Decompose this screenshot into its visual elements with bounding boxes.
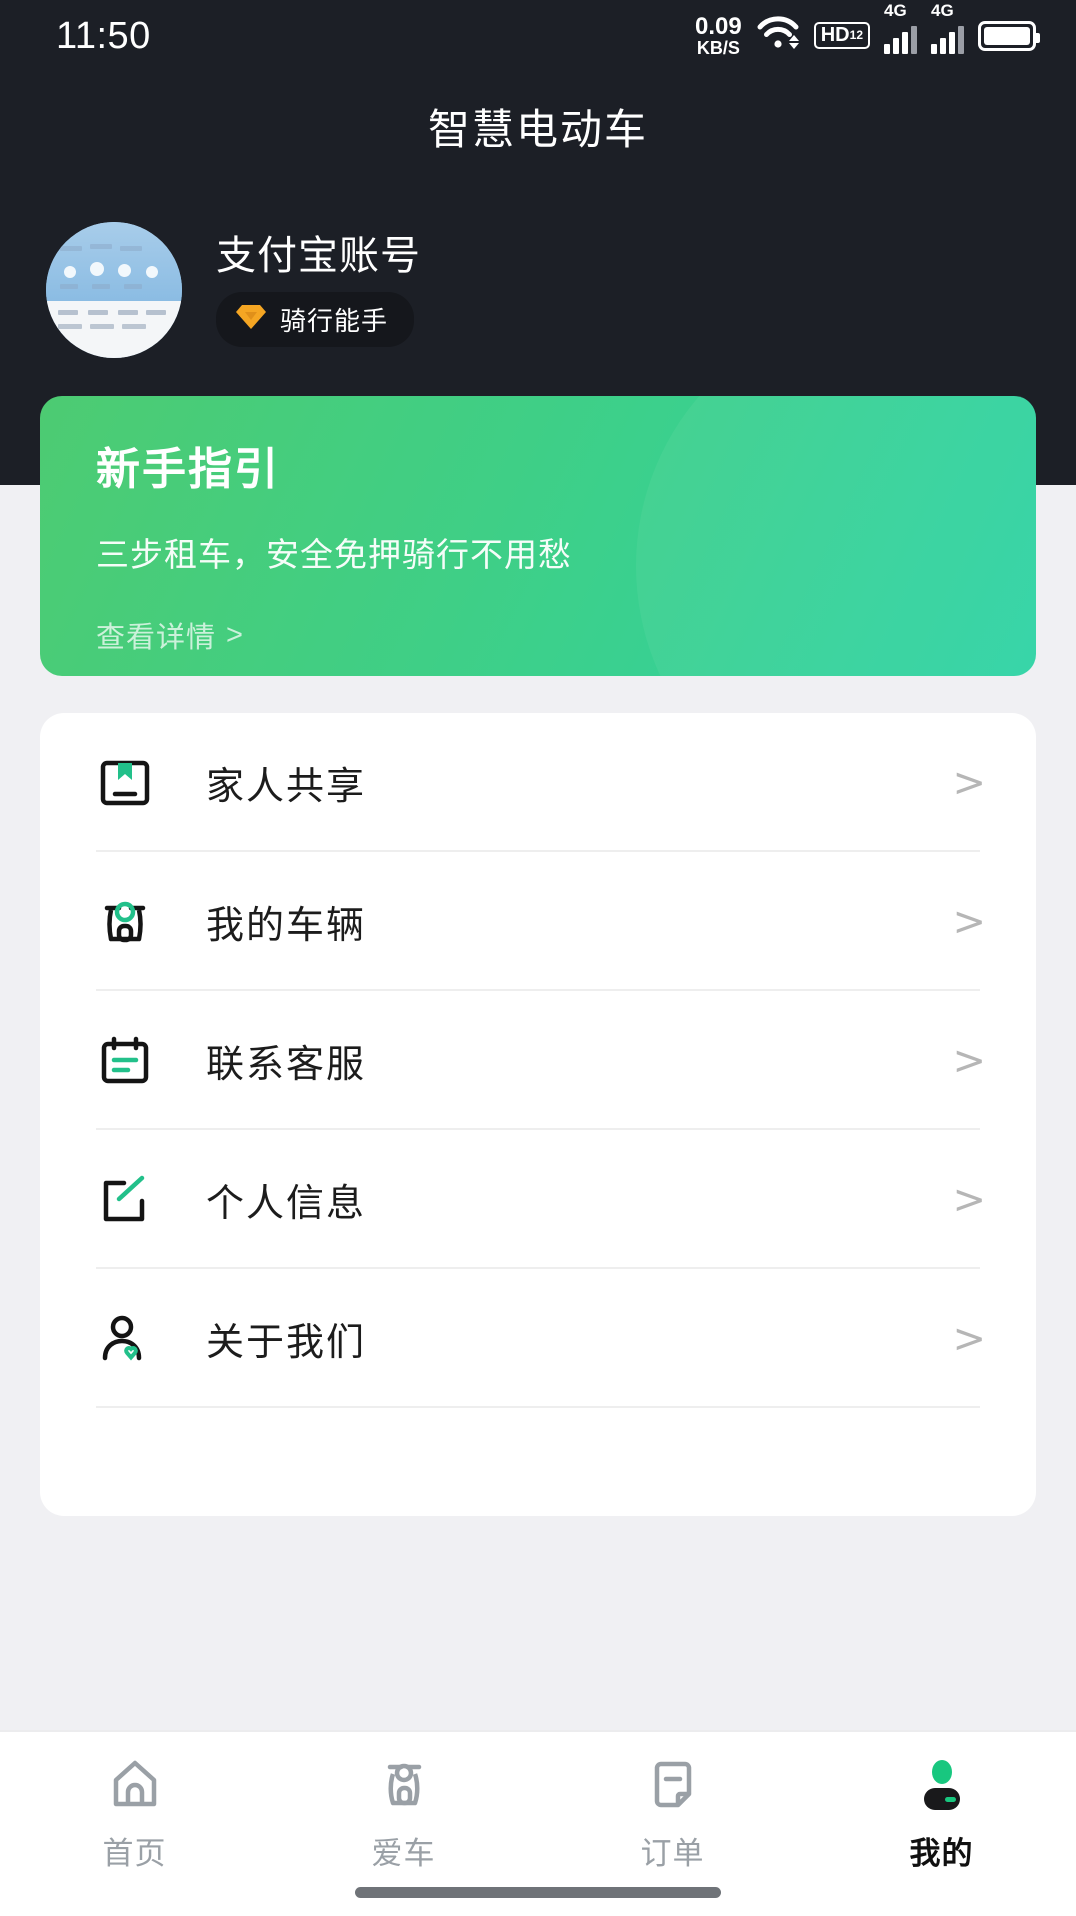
- nav-tab-label: 我的: [909, 1836, 974, 1871]
- gem-icon: [234, 303, 268, 336]
- profile-icon: [911, 1754, 973, 1816]
- home-indicator[interactable]: [355, 1887, 721, 1898]
- hd-sub: 2: [856, 28, 863, 43]
- family-share-icon: [96, 754, 154, 812]
- sim1-signal-bars: [884, 25, 917, 54]
- sim1-signal-icon: 4G: [884, 1, 917, 54]
- network-speed-indicator: 0.09 KB/S: [695, 12, 742, 59]
- scooter-icon: [373, 1754, 435, 1816]
- divider: [96, 1406, 980, 1408]
- hd-label: HD: [820, 24, 850, 47]
- network-speed-value: 0.09: [695, 12, 742, 40]
- chevron-right-icon: >: [952, 1315, 986, 1362]
- nav-tab-label: 首页: [102, 1836, 167, 1871]
- nav-tab-profile[interactable]: 我的: [807, 1732, 1076, 1916]
- menu-item-contact-support[interactable]: 联系客服 >: [40, 991, 1036, 1130]
- order-icon: [642, 1754, 704, 1816]
- chevron-right-icon: >: [952, 898, 986, 945]
- edit-profile-icon: [96, 1171, 154, 1229]
- hd-voice-icon: HD 1 2: [813, 22, 870, 50]
- sim2-signal-icon: 4G: [931, 1, 964, 54]
- nav-tab-home[interactable]: 首页: [0, 1732, 269, 1916]
- wifi-icon: [756, 15, 800, 56]
- about-us-icon: [96, 1310, 154, 1368]
- guide-card-subtitle: 三步租车，安全免押骑行不用愁: [96, 536, 572, 574]
- menu-item-label: 个人信息: [206, 1183, 367, 1225]
- hd-sup: 1: [849, 28, 857, 43]
- status-icons: 0.09 KB/S HD 1 2 4G 4G: [695, 1, 1040, 59]
- view-details-link[interactable]: 查看详情 >: [96, 614, 244, 656]
- network-speed-unit: KB/S: [696, 38, 740, 59]
- chevron-right-icon: >: [952, 1037, 986, 1084]
- menu-item-label: 我的车辆: [206, 905, 367, 947]
- chevron-right-icon: >: [952, 1176, 986, 1223]
- nav-tab-label: 订单: [640, 1836, 705, 1871]
- status-bar: 11:50 0.09 KB/S HD 1 2 4G 4G: [0, 0, 1076, 72]
- sim2-network-label: 4G: [931, 0, 954, 20]
- beginner-guide-card[interactable]: 新手指引 三步租车，安全免押骑行不用愁 查看详情 >: [40, 396, 1036, 676]
- menu-item-my-vehicle[interactable]: 我的车辆 >: [40, 852, 1036, 991]
- menu-item-label: 联系客服: [206, 1044, 367, 1086]
- battery-icon: [978, 20, 1040, 51]
- bottom-navigation: 首页 爱车 订单 我的: [0, 1730, 1076, 1916]
- chevron-right-icon: >: [952, 759, 986, 806]
- home-icon: [104, 1754, 166, 1816]
- guide-card-title: 新手指引: [96, 445, 280, 494]
- view-details-label: 查看详情: [96, 622, 217, 655]
- sim1-network-label: 4G: [884, 0, 907, 20]
- customer-service-icon: [96, 1032, 154, 1090]
- profile-info: 支付宝账号 骑行能手: [216, 234, 421, 347]
- menu-item-personal-info[interactable]: 个人信息 >: [40, 1130, 1036, 1269]
- status-clock: 11:50: [56, 15, 151, 57]
- sim2-signal-bars: [931, 25, 964, 54]
- page-title: 智慧电动车: [427, 106, 648, 153]
- avatar[interactable]: [46, 222, 182, 358]
- menu-item-label: 关于我们: [206, 1322, 367, 1364]
- menu-item-label: 家人共享: [206, 766, 367, 808]
- scooter-icon: [96, 893, 154, 951]
- nav-tab-label: 爱车: [371, 1836, 436, 1871]
- status-badge-label: 骑行能手: [280, 305, 389, 336]
- menu-card: 家人共享 > 我的车辆 > 联系客服 > 个人信息 > 关于我们 >: [40, 713, 1036, 1516]
- chevron-right-icon: >: [226, 618, 244, 651]
- profile-name: 支付宝账号: [216, 233, 421, 278]
- menu-item-family-share[interactable]: 家人共享 >: [40, 713, 1036, 852]
- status-badge[interactable]: 骑行能手: [216, 291, 415, 347]
- profile-section[interactable]: 支付宝账号 骑行能手: [46, 222, 421, 358]
- app-screen: 11:50 0.09 KB/S HD 1 2 4G 4G 智慧电动车 支付宝账号…: [0, 0, 1076, 1916]
- menu-item-about-us[interactable]: 关于我们 >: [40, 1269, 1036, 1408]
